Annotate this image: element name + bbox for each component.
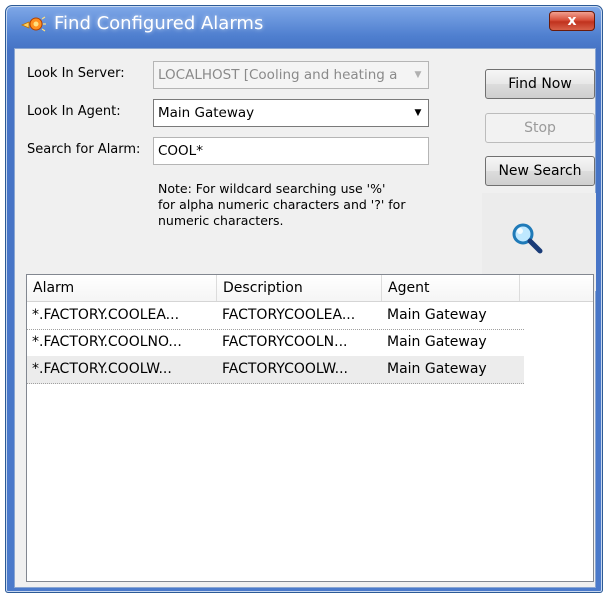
dialog-body: Look In Server: LOCALHOST [Cooling and h… (14, 48, 596, 588)
window-title: Find Configured Alarms (54, 13, 264, 34)
description-cell: FACTORYCOOLN... (222, 334, 348, 350)
server-select-value: LOCALHOST [Cooling and heating a (158, 67, 398, 83)
note-line: for alpha numeric characters and '?' for (158, 197, 406, 212)
agent-cell: Main Gateway (387, 307, 487, 323)
note-line: numeric characters. (158, 213, 284, 228)
new-search-button[interactable]: New Search (485, 156, 595, 186)
find-alarms-window: Find Configured Alarms x Look In Server:… (5, 5, 603, 593)
results-header: Alarm Description Agent (27, 275, 593, 302)
note-line: Note: For wildcard searching use '%' (158, 181, 386, 196)
column-header-alarm[interactable]: Alarm (27, 275, 217, 301)
alarm-search-label: Search for Alarm: (27, 142, 141, 157)
find-now-button[interactable]: Find Now (485, 69, 595, 99)
description-cell: FACTORYCOOLEA... (222, 307, 356, 323)
agent-label: Look In Agent: (27, 104, 121, 119)
alarm-cell: *.FACTORY.COOLEA... (32, 307, 180, 323)
column-header-description[interactable]: Description (217, 275, 382, 301)
agent-select[interactable]: Main Gateway ▼ (153, 99, 429, 127)
column-header-agent[interactable]: Agent (382, 275, 520, 301)
table-row[interactable]: *.FACTORY.COOLNO... FACTORYCOOLN... Main… (27, 329, 524, 357)
agent-cell: Main Gateway (387, 334, 487, 350)
chevron-down-icon: ▼ (414, 70, 422, 80)
server-select: LOCALHOST [Cooling and heating a ▼ (153, 61, 429, 89)
stop-button[interactable]: Stop (485, 113, 595, 143)
magnifier-icon (512, 223, 543, 254)
table-row[interactable]: *.FACTORY.COOLW... FACTORYCOOLW... Main … (27, 356, 524, 384)
chevron-down-icon[interactable]: ▼ (408, 100, 428, 126)
results-list[interactable]: Alarm Description Agent *.FACTORY.COOLEA… (26, 274, 594, 582)
description-cell: FACTORYCOOLW... (222, 361, 348, 377)
close-button[interactable]: x (549, 11, 595, 31)
server-label: Look In Server: (27, 66, 125, 81)
alarm-bell-icon (20, 16, 46, 32)
alarm-search-input[interactable]: COOL* (153, 137, 429, 165)
alarm-cell: *.FACTORY.COOLNO... (32, 334, 182, 350)
alarm-cell: *.FACTORY.COOLW... (32, 361, 172, 377)
agent-cell: Main Gateway (387, 361, 487, 377)
title-bar[interactable]: Find Configured Alarms x (6, 6, 602, 42)
agent-select-value: Main Gateway (158, 105, 255, 121)
table-row[interactable]: *.FACTORY.COOLEA... FACTORYCOOLEA... Mai… (27, 302, 524, 330)
wildcard-note: Note: For wildcard searching use '%' for… (158, 181, 468, 229)
